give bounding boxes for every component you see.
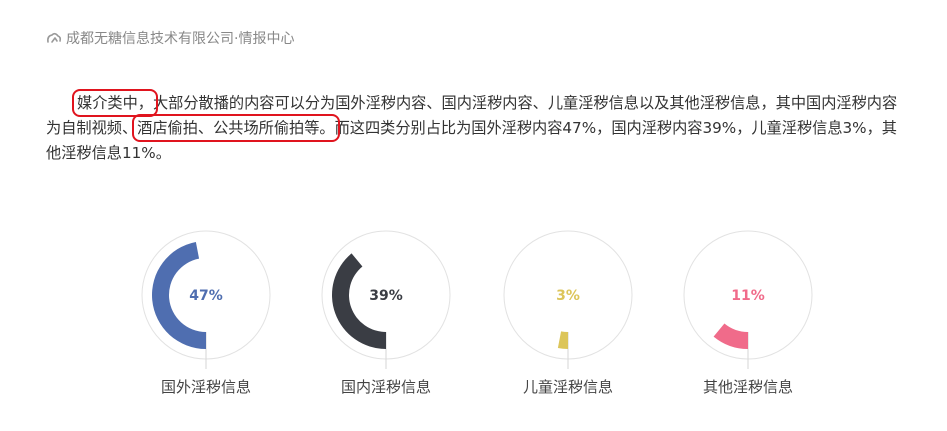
donut-chart: 39% 国内淫秽信息: [321, 230, 451, 410]
donut-category-label: 国外淫秽信息: [160, 378, 251, 396]
donut-category-label: 儿童淫秽信息: [522, 378, 613, 396]
donut-segment: [557, 331, 568, 349]
donut-segment: [713, 323, 748, 349]
highlight-hotel-public-places: 酒店偷拍、公共场所偷拍等。: [132, 114, 340, 142]
article-paragraph: 媒介类中，大部分散播的内容可以分为国外淫秽内容、国内淫秽内容、儿童淫秽信息以及其…: [46, 89, 912, 166]
donut-svg: 3%: [503, 230, 633, 369]
donut-chart: 3% 儿童淫秽信息: [503, 230, 633, 410]
donut-svg: 47%: [141, 230, 271, 369]
donut-svg: 11%: [683, 230, 813, 369]
donut-value-label: 11%: [731, 288, 765, 304]
source-line: 成都无糖信息技术有限公司·情报中心: [46, 28, 294, 48]
source-text: 成都无糖信息技术有限公司·情报中心: [66, 31, 295, 47]
donut-value-label: 47%: [189, 288, 223, 304]
link-cloud-icon: [47, 32, 62, 43]
donut-category-label: 其他淫秽信息: [702, 378, 793, 396]
donut-chart: 47% 国外淫秽信息: [141, 230, 271, 410]
donut-value-label: 3%: [556, 288, 580, 304]
donut-value-label: 39%: [369, 288, 403, 304]
donut-chart: 11% 其他淫秽信息: [683, 230, 813, 410]
donut-category-label: 国内淫秽信息: [340, 378, 431, 396]
donut-svg: 39%: [321, 230, 451, 369]
highlight-media-category: 媒介类中，: [72, 89, 158, 117]
